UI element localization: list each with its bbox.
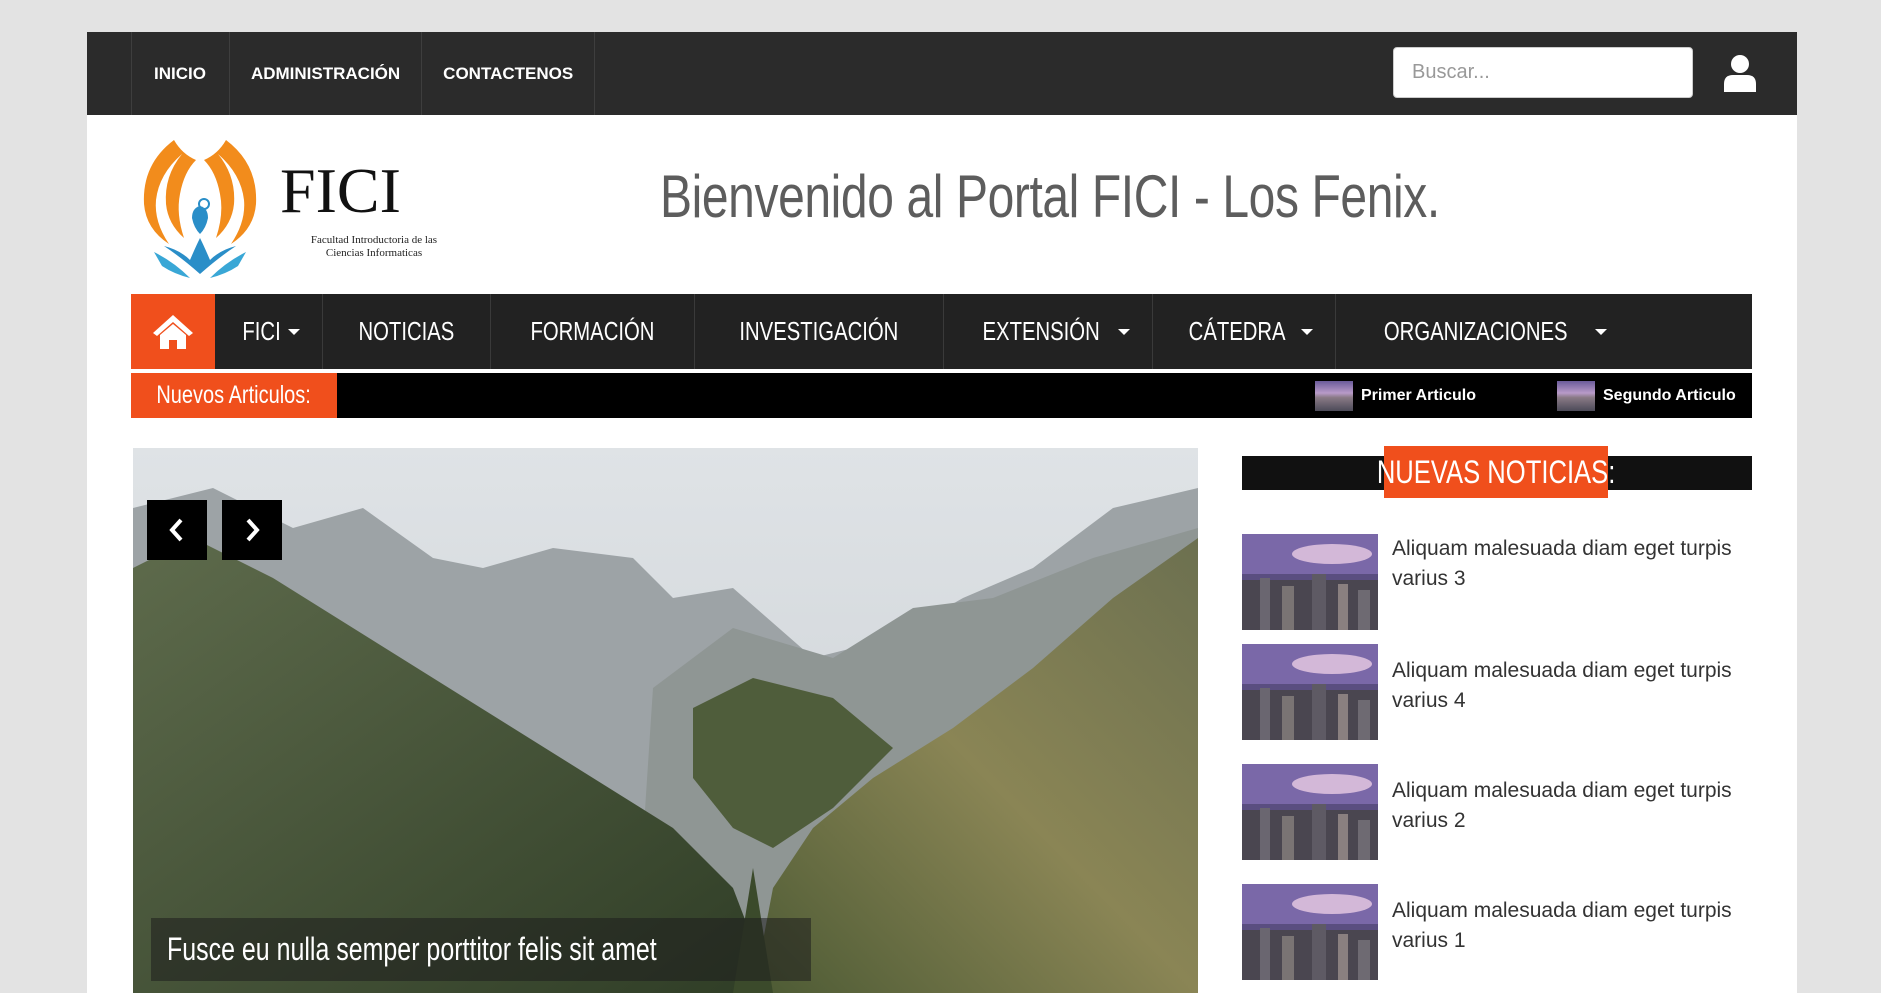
caret-down-icon — [1595, 328, 1608, 335]
news-title[interactable]: Aliquam malesuada diam eget turpis variu… — [1392, 776, 1752, 836]
news-title[interactable]: Aliquam malesuada diam eget turpis variu… — [1392, 656, 1752, 716]
user-icon[interactable] — [1722, 54, 1758, 92]
city-thumbnail-image — [1242, 884, 1378, 980]
home-button[interactable] — [131, 294, 215, 369]
sidebar-title: NUEVAS NOTICIAS: — [1377, 446, 1615, 498]
page: INICIO ADMINISTRACIÓN CONTACTENOS FICI F… — [87, 32, 1797, 993]
city-thumbnail-image — [1242, 534, 1378, 630]
slider-next-button[interactable] — [222, 500, 282, 560]
chevron-left-icon — [169, 518, 183, 542]
news-item[interactable]: Aliquam malesuada diam eget turpis variu… — [1242, 884, 1752, 984]
nav-item-catedra[interactable]: CÁTEDRA — [1153, 294, 1336, 369]
main-nav: FICI NOTICIAS FORMACIÓN INVESTIGACIÓN EX… — [131, 294, 1752, 369]
city-thumbnail-image — [1242, 764, 1378, 860]
news-item[interactable]: Aliquam malesuada diam eget turpis variu… — [1242, 764, 1752, 864]
caret-down-icon — [1117, 328, 1130, 335]
nav-item-noticias[interactable]: NOTICIAS — [323, 294, 491, 369]
home-icon — [153, 314, 193, 349]
nav-item-formacion[interactable]: FORMACIÓN — [491, 294, 695, 369]
svg-text:Ciencias Informaticas: Ciencias Informaticas — [326, 247, 422, 259]
news-title[interactable]: Aliquam malesuada diam eget turpis variu… — [1392, 896, 1752, 956]
mountain-landscape-image — [133, 448, 1198, 993]
ticker-label: Nuevos Articulos: — [131, 373, 337, 418]
caret-down-icon — [288, 328, 301, 335]
news-title[interactable]: Aliquam malesuada diam eget turpis variu… — [1392, 534, 1752, 594]
chevron-right-icon — [246, 518, 260, 542]
top-bar: INICIO ADMINISTRACIÓN CONTACTENOS — [87, 32, 1797, 115]
top-link-contactenos[interactable]: CONTACTENOS — [422, 32, 596, 115]
ticker-item-2[interactable]: Segundo Articulo — [1557, 381, 1736, 411]
nav-item-fici[interactable]: FICI — [215, 294, 324, 369]
search-input[interactable] — [1393, 47, 1693, 98]
nav-item-organizaciones[interactable]: ORGANIZACIONES — [1336, 294, 1629, 369]
nav-item-extension[interactable]: EXTENSIÓN — [944, 294, 1153, 369]
news-item[interactable]: Aliquam malesuada diam eget turpis variu… — [1242, 534, 1752, 634]
image-slider[interactable]: Fusce eu nulla semper porttitor felis si… — [133, 448, 1198, 993]
page-title: Bienvenido al Portal FICI - Los Fenix. — [660, 163, 1440, 230]
svg-text:FICI: FICI — [280, 155, 401, 226]
slider-prev-button[interactable] — [147, 500, 207, 560]
svg-text:Facultad Introductoria de las: Facultad Introductoria de las — [311, 234, 437, 246]
thumbnail-image — [1315, 381, 1353, 411]
caret-down-icon — [1301, 328, 1313, 335]
site-logo[interactable]: FICI Facultad Introductoria de las Cienc… — [134, 134, 444, 280]
news-item[interactable]: Aliquam malesuada diam eget turpis variu… — [1242, 644, 1752, 744]
top-link-administracion[interactable]: ADMINISTRACIÓN — [230, 32, 423, 115]
slide-caption[interactable]: Fusce eu nulla semper porttitor felis si… — [151, 918, 811, 981]
top-nav: INICIO ADMINISTRACIÓN CONTACTENOS — [131, 32, 596, 115]
nav-item-investigacion[interactable]: INVESTIGACIÓN — [695, 294, 944, 369]
ticker-item-1[interactable]: Primer Articulo — [1315, 381, 1476, 411]
phoenix-logo-icon: FICI Facultad Introductoria de las Cienc… — [143, 140, 437, 278]
city-thumbnail-image — [1242, 644, 1378, 740]
top-link-inicio[interactable]: INICIO — [131, 32, 230, 115]
news-ticker: Nuevos Articulos: Primer Articulo Segund… — [131, 373, 1752, 418]
thumbnail-image — [1557, 381, 1595, 411]
